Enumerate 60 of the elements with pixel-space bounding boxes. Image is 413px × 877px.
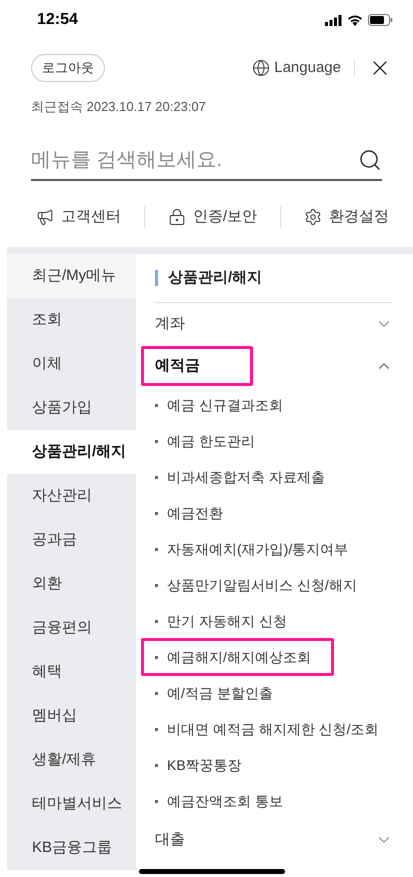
sidebar-item[interactable]: KB금융그룹 [7, 826, 136, 870]
panel-title: 상품관리/해지 [168, 268, 262, 288]
submenu-link[interactable]: 자동재예치(재가입)/통지여부 [141, 538, 348, 560]
category-label: 계좌 [154, 314, 185, 334]
gear-icon [304, 208, 322, 226]
sidebar-item[interactable]: 테마별서비스 [7, 782, 136, 826]
sidebar-item[interactable]: 금융편의 [7, 606, 136, 650]
submenu-link[interactable]: 예금전환 [141, 502, 223, 524]
submenu-link[interactable]: 예금잔액조회 통보 [141, 790, 283, 812]
sidebar-item[interactable]: 자산관리 [7, 474, 136, 518]
bullet-icon [155, 620, 158, 622]
bullet-icon [155, 476, 158, 478]
submenu-link[interactable]: 예/적금 분할인출 [141, 682, 273, 704]
signal-icon [325, 14, 342, 26]
bullet-icon [155, 512, 158, 514]
bullet-icon [155, 404, 158, 406]
submenu-link[interactable]: 만기 자동해지 신청 [141, 610, 287, 632]
sidebar-item[interactable]: 공과금 [7, 518, 136, 562]
sidebar-item[interactable]: 최근/My메뉴 [7, 254, 136, 298]
bullet-icon [155, 656, 158, 658]
language-button[interactable]: Language [252, 56, 341, 80]
quick-link[interactable]: 환경설정 [304, 206, 389, 228]
category-header[interactable]: 예적금 [141, 345, 393, 387]
sidebar-item[interactable]: 상품가입 [7, 386, 136, 430]
globe-icon [252, 59, 270, 77]
category-header[interactable]: 대출 [141, 819, 393, 861]
quick-link[interactable]: 인증/보안 [168, 206, 258, 228]
bullet-icon [155, 584, 158, 586]
submenu-link[interactable]: KB짝꿍통장 [141, 754, 242, 776]
logout-button[interactable]: 로그아웃 [31, 54, 105, 82]
submenu-link[interactable]: 예금 한도관리 [141, 430, 255, 452]
bullet-icon [155, 764, 158, 766]
battery-icon [368, 14, 393, 26]
bullet-icon [155, 800, 158, 802]
sidebar-item[interactable]: 이체 [7, 342, 136, 386]
sidebar-item[interactable]: 멤버십 [7, 694, 136, 738]
category-header[interactable]: 계좌 [141, 303, 393, 345]
submenu-link[interactable]: 상품만기알림서비스 신청/해지 [141, 574, 357, 596]
bullet-icon [155, 728, 158, 730]
submenu-link[interactable]: 비과세종합저축 자료제출 [141, 466, 325, 488]
megaphone-icon [36, 208, 54, 226]
bullet-icon [155, 548, 158, 550]
search-field[interactable]: 메뉴를 검색해보세요. [31, 145, 358, 175]
wifi-icon [347, 14, 363, 26]
search-icon [358, 148, 382, 172]
sidebar-item[interactable]: 혜택 [7, 650, 136, 694]
submenu-link[interactable]: 비대면 예적금 해지제한 신청/조회 [141, 718, 379, 740]
status-time: 12:54 [37, 10, 78, 30]
bullet-icon [155, 692, 158, 694]
sidebar-item[interactable]: 조회 [7, 298, 136, 342]
submenu-link[interactable]: 예금 신규결과조회 [141, 394, 283, 416]
sidebar-item[interactable]: 생활/제휴 [7, 738, 136, 782]
sidebar-item[interactable]: 외환 [7, 562, 136, 606]
last-login-text: 최근접속 2023.10.17 20:23:07 [31, 99, 206, 114]
quick-link[interactable]: 고객센터 [36, 206, 121, 228]
lock-icon [168, 208, 186, 226]
bullet-icon [155, 440, 158, 442]
category-label: 대출 [154, 830, 185, 850]
category-label: 예적금 [141, 346, 253, 386]
submenu-link[interactable]: 예금해지/해지예상조회 [141, 638, 334, 676]
